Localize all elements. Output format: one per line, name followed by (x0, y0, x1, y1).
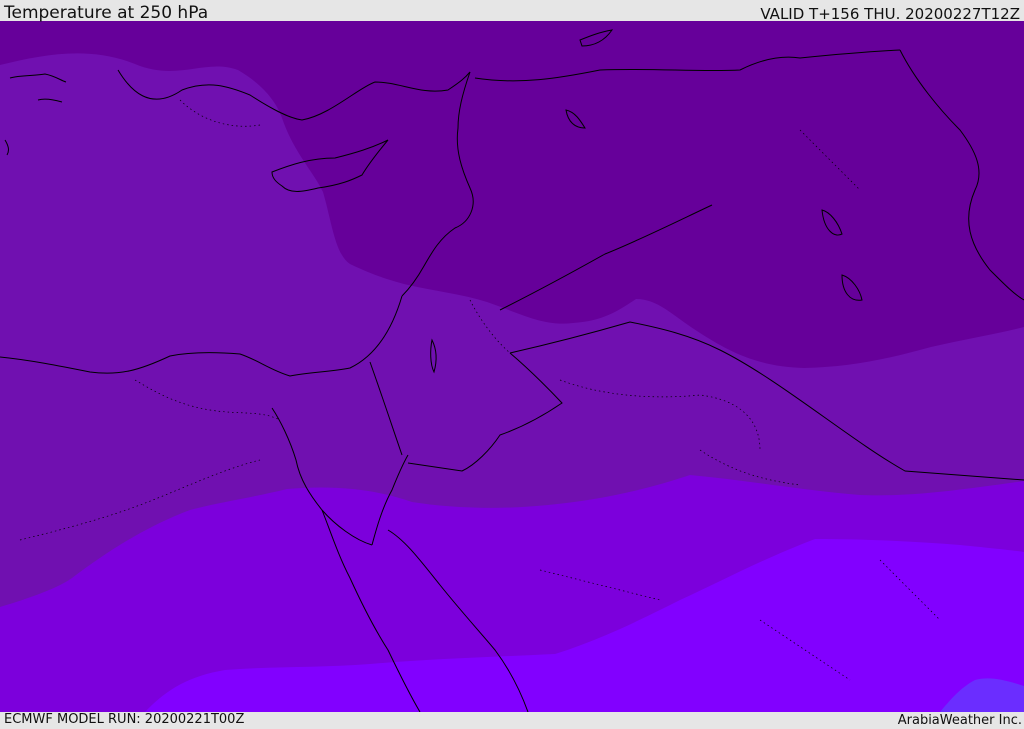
map-svg (0, 21, 1024, 712)
footer-bar: ECMWF MODEL RUN: 20200221T00Z ArabiaWeat… (0, 712, 1024, 729)
temperature-map[interactable] (0, 21, 1024, 712)
model-run-label: ECMWF MODEL RUN: 20200221T00Z (4, 712, 245, 727)
forecast-page: Temperature at 250 hPa VALID T+156 THU. … (0, 0, 1024, 729)
credit-label: ArabiaWeather Inc. (897, 713, 1022, 728)
map-title: Temperature at 250 hPa (4, 3, 209, 23)
header-bar: Temperature at 250 hPa VALID T+156 THU. … (0, 0, 1024, 23)
valid-time: VALID T+156 THU. 20200227T12Z (760, 5, 1020, 23)
